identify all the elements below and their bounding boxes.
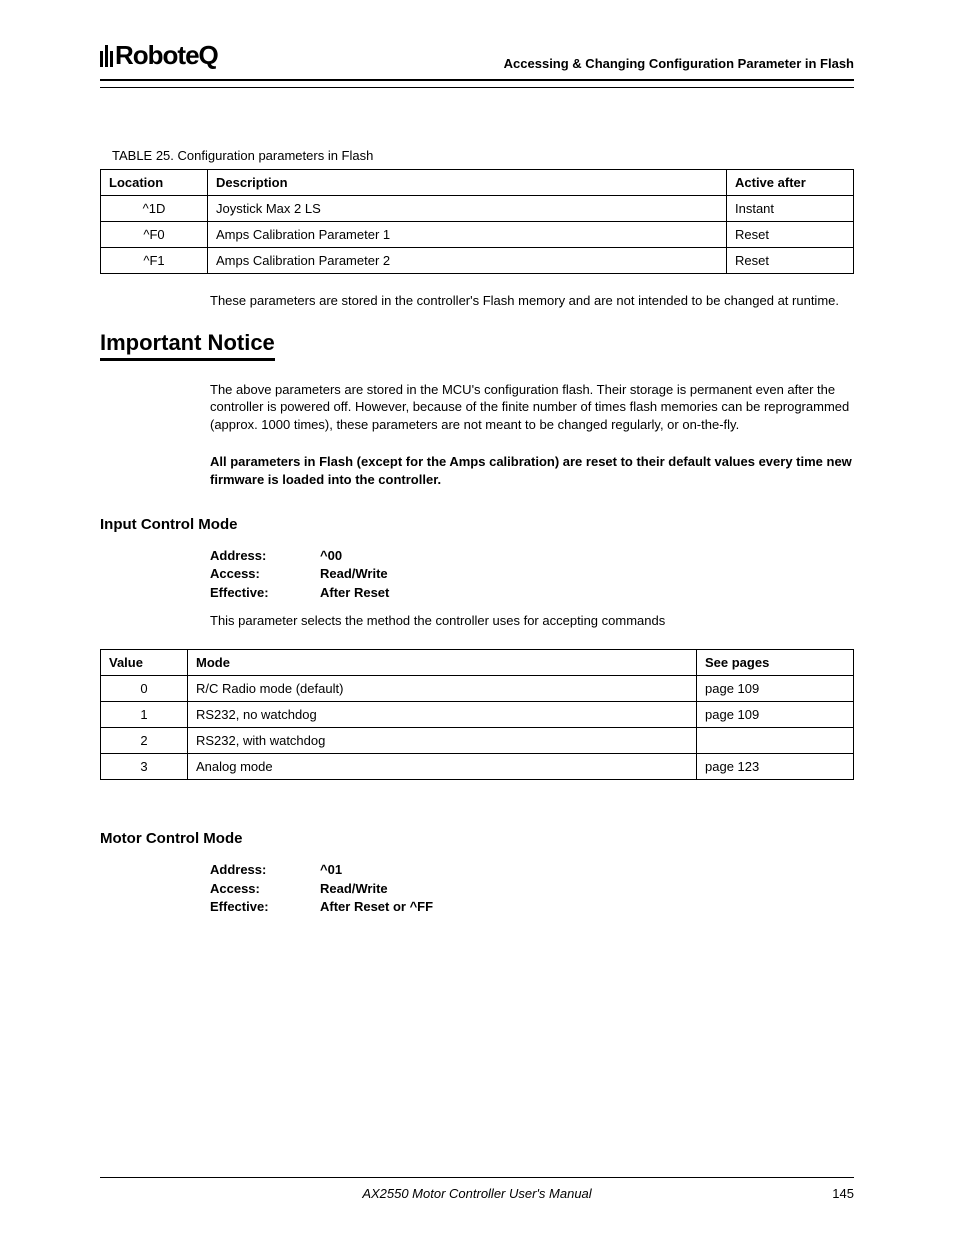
- cell-mode: Analog mode: [188, 754, 697, 780]
- kv-label: Access:: [210, 565, 320, 583]
- cell-mode: R/C Radio mode (default): [188, 676, 697, 702]
- cell-pages: page 109: [697, 676, 854, 702]
- kv-value: Read/Write: [320, 880, 388, 898]
- cell-mode: RS232, no watchdog: [188, 702, 697, 728]
- kv-label: Access:: [210, 880, 320, 898]
- table-row: 1 RS232, no watchdog page 109: [101, 702, 854, 728]
- cell-value: 1: [101, 702, 188, 728]
- input-mode-description: This parameter selects the method the co…: [210, 612, 854, 630]
- kv-value: After Reset: [320, 584, 389, 602]
- config-params-table: Location Description Active after ^1D Jo…: [100, 169, 854, 274]
- col-description: Description: [208, 170, 727, 196]
- kv-address: Address: ^01: [210, 861, 854, 879]
- col-active-after: Active after: [727, 170, 854, 196]
- kv-effective: Effective: After Reset: [210, 584, 854, 602]
- input-control-mode-heading: Input Control Mode: [100, 516, 854, 533]
- kv-value: ^00: [320, 547, 342, 565]
- kv-address: Address: ^00: [210, 547, 854, 565]
- kv-access: Access: Read/Write: [210, 880, 854, 898]
- table-row: 2 RS232, with watchdog: [101, 728, 854, 754]
- paragraph: These parameters are stored in the contr…: [210, 292, 854, 310]
- cell-active: Instant: [727, 196, 854, 222]
- kv-value: Read/Write: [320, 565, 388, 583]
- cell-pages: [697, 728, 854, 754]
- kv-access: Access: Read/Write: [210, 565, 854, 583]
- kv-label: Effective:: [210, 584, 320, 602]
- header-title: Accessing & Changing Configuration Param…: [504, 56, 854, 71]
- cell-value: 0: [101, 676, 188, 702]
- caption-text: Configuration parameters in Flash: [178, 148, 374, 163]
- notice-paragraph: The above parameters are stored in the M…: [210, 381, 854, 434]
- brand-name: RoboteQ: [115, 40, 218, 71]
- cell-value: 2: [101, 728, 188, 754]
- cell-description: Joystick Max 2 LS: [208, 196, 727, 222]
- table-header-row: Location Description Active after: [101, 170, 854, 196]
- col-see-pages: See pages: [697, 650, 854, 676]
- cell-mode: RS232, with watchdog: [188, 728, 697, 754]
- page-footer: AX2550 Motor Controller User's Manual 14…: [100, 1177, 854, 1201]
- footer-title: AX2550 Motor Controller User's Manual: [150, 1186, 804, 1201]
- cell-description: Amps Calibration Parameter 1: [208, 222, 727, 248]
- motor-control-mode-heading: Motor Control Mode: [100, 830, 854, 847]
- important-notice-heading: Important Notice: [100, 330, 275, 361]
- table-row: 3 Analog mode page 123: [101, 754, 854, 780]
- table-caption: TABLE 25. Configuration parameters in Fl…: [112, 148, 854, 163]
- page-header: RoboteQ Accessing & Changing Configurati…: [100, 40, 854, 81]
- cell-pages: page 123: [697, 754, 854, 780]
- brand-logo: RoboteQ: [100, 40, 218, 71]
- kv-value: After Reset or ^FF: [320, 898, 433, 916]
- kv-label: Effective:: [210, 898, 320, 916]
- input-mode-table: Value Mode See pages 0 R/C Radio mode (d…: [100, 649, 854, 780]
- motor-mode-properties: Address: ^01 Access: Read/Write Effectiv…: [210, 861, 854, 916]
- table-row: 0 R/C Radio mode (default) page 109: [101, 676, 854, 702]
- cell-active: Reset: [727, 222, 854, 248]
- kv-value: ^01: [320, 861, 342, 879]
- col-location: Location: [101, 170, 208, 196]
- logo-bars-icon: [100, 45, 113, 67]
- cell-value: 3: [101, 754, 188, 780]
- cell-location: ^F0: [101, 222, 208, 248]
- kv-label: Address:: [210, 547, 320, 565]
- cell-location: ^F1: [101, 248, 208, 274]
- cell-active: Reset: [727, 248, 854, 274]
- cell-description: Amps Calibration Parameter 2: [208, 248, 727, 274]
- col-mode: Mode: [188, 650, 697, 676]
- caption-prefix: TABLE 25.: [112, 148, 178, 163]
- table-row: ^1D Joystick Max 2 LS Instant: [101, 196, 854, 222]
- page: RoboteQ Accessing & Changing Configurati…: [0, 0, 954, 1235]
- table-row: ^F0 Amps Calibration Parameter 1 Reset: [101, 222, 854, 248]
- cell-location: ^1D: [101, 196, 208, 222]
- kv-effective: Effective: After Reset or ^FF: [210, 898, 854, 916]
- page-number: 145: [804, 1186, 854, 1201]
- cell-pages: page 109: [697, 702, 854, 728]
- table-header-row: Value Mode See pages: [101, 650, 854, 676]
- input-mode-properties: Address: ^00 Access: Read/Write Effectiv…: [210, 547, 854, 602]
- header-rule: [100, 87, 854, 88]
- table-row: ^F1 Amps Calibration Parameter 2 Reset: [101, 248, 854, 274]
- notice-bold-paragraph: All parameters in Flash (except for the …: [210, 453, 854, 488]
- col-value: Value: [101, 650, 188, 676]
- kv-label: Address:: [210, 861, 320, 879]
